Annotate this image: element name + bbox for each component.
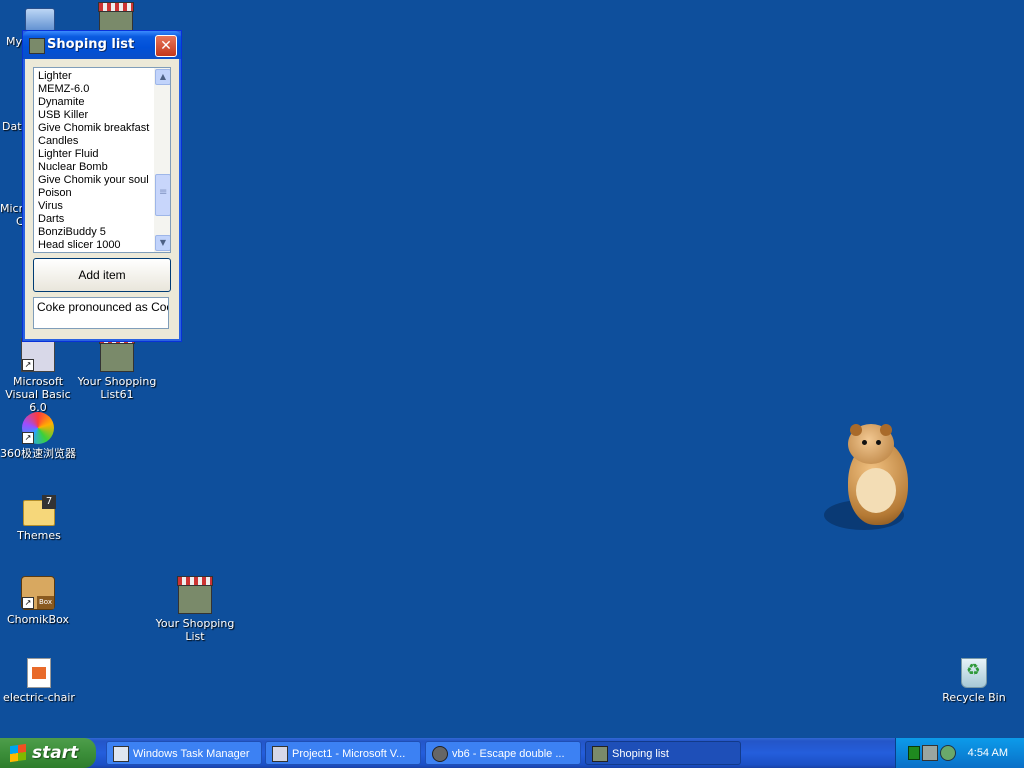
tray-network-icon[interactable] [940,745,956,761]
list-item[interactable]: Darts [38,213,148,226]
list-item[interactable]: USB Killer [38,109,148,122]
window-titlebar[interactable]: Shoping list ✕ [23,31,181,59]
browser-360-icon: ↗ [22,412,54,444]
desktop-icon-vb6[interactable]: ↗ Microsoft Visual Basic 6.0 [0,338,78,414]
list-item[interactable]: Poison [38,187,148,200]
hamster-mascot[interactable] [824,420,914,530]
list-item[interactable]: Nuclear Bomb [38,161,148,174]
start-label: start [32,743,79,763]
system-tray: 4:54 AM [895,738,1024,768]
desktop-icon-recycle-bin[interactable]: Recycle Bin [934,658,1014,704]
list-item[interactable]: Virus [38,200,148,213]
shopping-items: Lighter MEMZ-6.0 Dynamite USB Killer Give Ch… [34,68,149,252]
taskbar: start Windows Task Manager Project1 - Mi… [0,738,1024,768]
desktop-icon-360-browser[interactable]: ↗ 360极速浏览器 [0,412,78,460]
item-text-input[interactable]: Coke pronounced as Cock [33,297,169,329]
list-item[interactable]: Give Chomik breakfast [38,122,149,135]
list-item[interactable]: Lighter [38,70,148,83]
scroll-thumb[interactable] [155,174,170,216]
mascot-ear [880,424,892,436]
icon-label: 360极速浏览器 [0,447,76,460]
icon-label: Themes [17,529,61,542]
clock[interactable]: 4:54 AM [968,738,1008,768]
list-item[interactable]: Give Chomik your soul [38,174,149,187]
recycle-bin-icon [961,658,987,688]
start-button[interactable]: start [0,738,96,768]
vertical-scrollbar[interactable]: ▲ ▼ [154,68,170,252]
list-item[interactable]: Head slicer 1000 [38,239,148,252]
icon-label: ChomikBox [7,613,69,626]
document-icon [27,658,51,688]
taskbar-button-label: Windows Task Manager [133,748,250,760]
mascot-head [848,424,894,464]
visual-basic-icon [272,746,288,762]
taskbar-button-project1[interactable]: Project1 - Microsoft V... [265,741,421,765]
list-item[interactable]: BonziBuddy 5 [38,226,148,239]
store-icon [177,576,213,614]
tray-app-icon[interactable] [922,745,938,761]
mascot-belly [856,468,896,513]
desktop: My Dat Micr C ↗ Microsoft Visual Basic 6… [0,0,1024,738]
hamster-icon: Box ↗ [21,576,55,610]
store-icon [99,334,135,372]
close-icon: ✕ [160,38,172,54]
shopping-list-window[interactable]: Shoping list ✕ Lighter MEMZ-6.0 Dynamite US… [22,30,182,342]
icon-label: Recycle Bin [942,691,1006,704]
icon-label: electric-chair [3,691,75,704]
folder-icon: 7 [23,495,56,526]
mascot-ear [850,424,862,436]
monitor-icon [113,746,129,762]
store-icon [592,746,608,762]
taskbar-button-vb6[interactable]: vb6 - Escape double ... [425,741,581,765]
desktop-icon-themes[interactable]: 7 Themes [0,494,79,542]
chevron-up-icon: ▲ [159,72,167,81]
add-item-button[interactable]: Add item [33,258,171,292]
window-title: Shoping list [47,37,135,52]
taskbar-button-label: Project1 - Microsoft V... [292,748,406,760]
tray-battery-icon[interactable] [908,746,920,760]
visual-basic-icon: ↗ [21,338,55,372]
raccoon-icon [432,746,448,762]
scroll-up-button[interactable]: ▲ [155,69,170,85]
taskbar-button-label: Shoping list [612,748,669,760]
desktop-icon-shopping-list-61[interactable]: Your Shopping List61 [77,334,157,401]
mascot-eye [876,440,881,445]
taskbar-button-shoping-list[interactable]: Shoping list [585,741,741,765]
icon-label: Your Shopping List [155,617,235,643]
desktop-icon-electric-chair[interactable]: electric-chair [0,658,79,704]
icon-label: Microsoft Visual Basic 6.0 [5,375,71,414]
taskbar-button-task-manager[interactable]: Windows Task Manager [106,741,262,765]
mascot-eye [862,440,867,445]
list-item[interactable]: MEMZ-6.0 [38,83,148,96]
scroll-down-button[interactable]: ▼ [155,235,170,251]
icon-label: Your Shopping List61 [77,375,157,401]
close-button[interactable]: ✕ [155,35,177,57]
list-item[interactable]: Dynamite [38,96,148,109]
desktop-icon-chomikbox[interactable]: Box ↗ ChomikBox [0,576,78,626]
shopping-listbox[interactable]: Lighter MEMZ-6.0 Dynamite USB Killer Give Ch… [33,67,171,253]
list-item[interactable]: Lighter Fluid [38,148,148,161]
shopping-app-icon [29,38,45,54]
chevron-down-icon: ▼ [159,238,167,247]
taskbar-button-label: vb6 - Escape double ... [452,748,565,760]
windows-logo-icon [10,743,26,763]
computer-icon [25,8,55,32]
desktop-icon-shopping-list[interactable]: Your Shopping List [155,576,235,643]
list-item[interactable]: Candles [38,135,148,148]
